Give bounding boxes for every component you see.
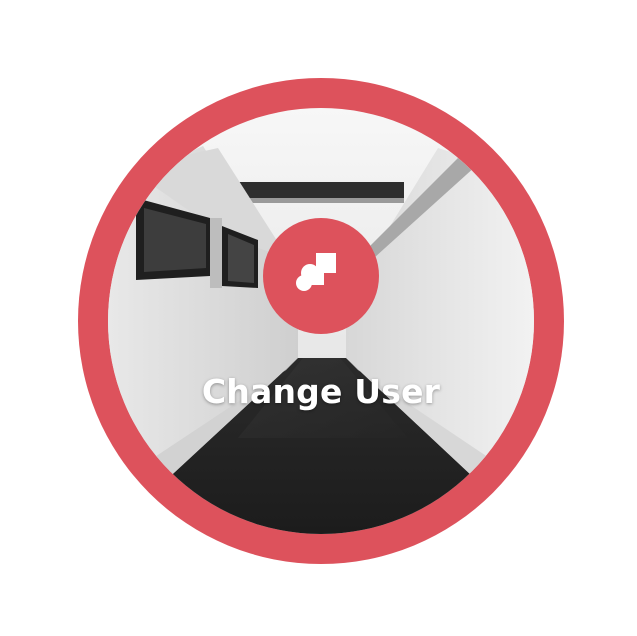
change-user-card[interactable]: Change User bbox=[0, 0, 637, 636]
user-switch-icon bbox=[296, 253, 336, 291]
logo-badge bbox=[263, 218, 379, 334]
